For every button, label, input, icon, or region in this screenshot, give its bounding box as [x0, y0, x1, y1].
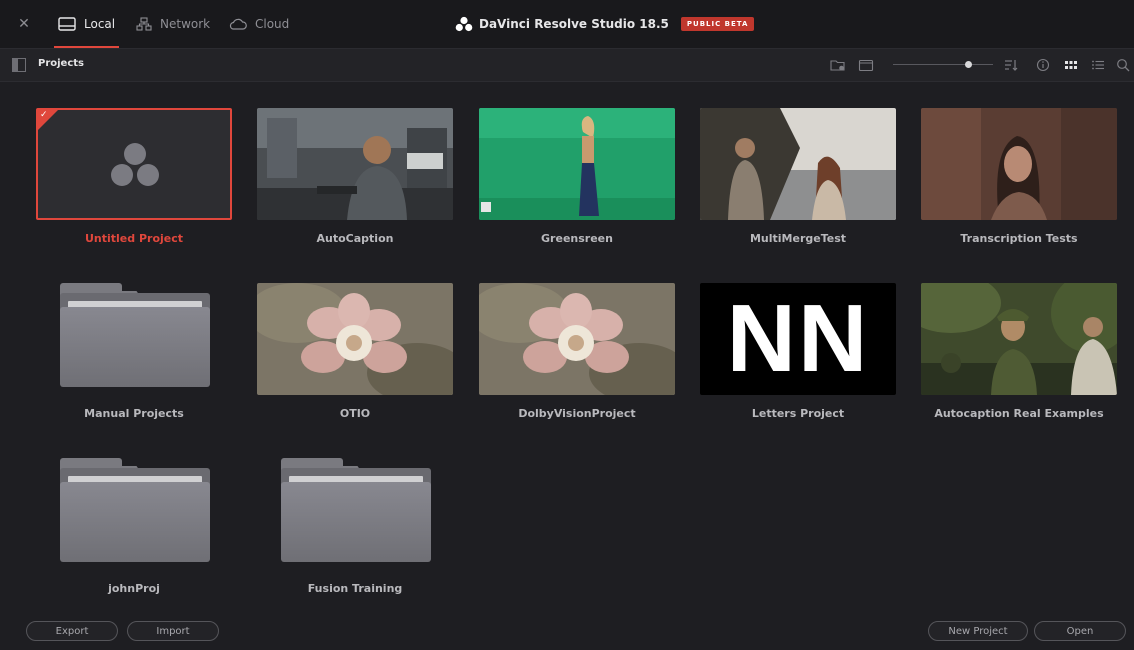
resolve-logo-icon [111, 143, 159, 186]
project-thumbnail[interactable]: NN [700, 283, 896, 395]
project-card[interactable]: AutoCaption [257, 108, 453, 245]
project-name[interactable]: MultiMergeTest [700, 232, 896, 245]
greenscreen-thumbnail-image [479, 108, 675, 220]
project-card[interactable]: Greensreen [479, 108, 675, 245]
project-card[interactable]: ✓ Untitled Project [36, 108, 232, 245]
project-name[interactable]: AutoCaption [257, 232, 453, 245]
project-name[interactable]: Letters Project [700, 407, 896, 420]
project-thumbnail[interactable] [257, 283, 453, 395]
app-title-area: DaVinci Resolve Studio 18.5 PUBLIC BETA [455, 14, 755, 34]
project-thumbnail[interactable] [257, 108, 453, 220]
project-card[interactable]: Autocaption Real Examples [921, 283, 1117, 420]
new-project-button[interactable]: New Project [928, 621, 1028, 641]
project-name[interactable]: OTIO [257, 407, 453, 420]
folder-icon [281, 458, 431, 562]
letters-thumbnail-text: NN [726, 285, 870, 392]
folder-view-icon[interactable] [858, 57, 874, 73]
info-icon[interactable] [1035, 57, 1051, 73]
top-bar: ✕ Local Network Cloud DaVinci Resolve St… [0, 0, 1134, 49]
flower-thumbnail-image [257, 283, 453, 395]
export-button[interactable]: Export [26, 621, 118, 641]
folder-icon [60, 283, 210, 387]
workshop-thumbnail-image [257, 108, 453, 220]
new-folder-icon[interactable] [830, 57, 846, 73]
breadcrumb: Projects [38, 58, 85, 69]
project-thumbnail[interactable] [479, 283, 675, 395]
project-name[interactable]: Transcription Tests [921, 232, 1117, 245]
tab-cloud[interactable]: Cloud [229, 0, 289, 48]
drive-icon [58, 17, 76, 31]
beta-badge: PUBLIC BETA [680, 17, 755, 31]
open-button[interactable]: Open [1034, 621, 1126, 641]
beach-thumbnail-image [700, 108, 896, 220]
tab-network-label: Network [160, 17, 211, 31]
project-thumbnail[interactable] [921, 283, 1117, 395]
folder-name[interactable]: Manual Projects [36, 407, 232, 420]
import-button[interactable]: Import [127, 621, 219, 641]
folder-card[interactable]: johnProj [36, 458, 232, 595]
tab-local-label: Local [84, 17, 116, 31]
project-name[interactable]: Untitled Project [36, 232, 232, 245]
project-card[interactable]: NN Letters Project [700, 283, 896, 420]
folder-icon [60, 458, 210, 562]
folder-card[interactable]: Manual Projects [36, 283, 232, 420]
folder-name[interactable]: Fusion Training [257, 582, 453, 595]
project-card[interactable]: Transcription Tests [921, 108, 1117, 245]
thumbnail-size-slider[interactable] [893, 61, 993, 68]
search-icon[interactable] [1115, 57, 1131, 73]
tab-network[interactable]: Network [136, 0, 210, 48]
check-icon: ✓ [40, 110, 48, 120]
slider-knob[interactable] [965, 61, 972, 68]
grid-view-icon[interactable] [1063, 57, 1079, 73]
tab-cloud-label: Cloud [255, 17, 290, 31]
davinci-logo-icon [455, 16, 473, 32]
project-card[interactable]: OTIO [257, 283, 453, 420]
tab-active-underline [54, 46, 120, 48]
list-view-icon[interactable] [1090, 57, 1106, 73]
folder-card[interactable]: Fusion Training [257, 458, 453, 595]
sort-icon[interactable] [1003, 57, 1019, 73]
dim-portrait-thumbnail-image [921, 108, 1117, 220]
project-name[interactable]: DolbyVisionProject [479, 407, 675, 420]
project-thumbnail[interactable] [700, 108, 896, 220]
close-icon[interactable]: ✕ [16, 16, 32, 32]
app-title: DaVinci Resolve Studio 18.5 [479, 17, 669, 31]
flower-thumbnail-image [479, 283, 675, 395]
tab-local[interactable]: Local [54, 0, 120, 48]
project-thumbnail-selected[interactable]: ✓ [36, 108, 232, 220]
project-thumbnail[interactable] [479, 108, 675, 220]
project-name[interactable]: Greensreen [479, 232, 675, 245]
cloud-icon [229, 18, 247, 30]
folder-name[interactable]: johnProj [36, 582, 232, 595]
project-name[interactable]: Autocaption Real Examples [921, 407, 1117, 420]
project-card[interactable]: DolbyVisionProject [479, 283, 675, 420]
project-thumbnail[interactable] [921, 108, 1117, 220]
sidebar-toggle-icon[interactable] [12, 58, 26, 72]
projects-toolbar: Projects [0, 49, 1134, 82]
project-card[interactable]: MultiMergeTest [700, 108, 896, 245]
network-icon [136, 17, 152, 31]
jungle-soldier-thumbnail-image [921, 283, 1117, 395]
